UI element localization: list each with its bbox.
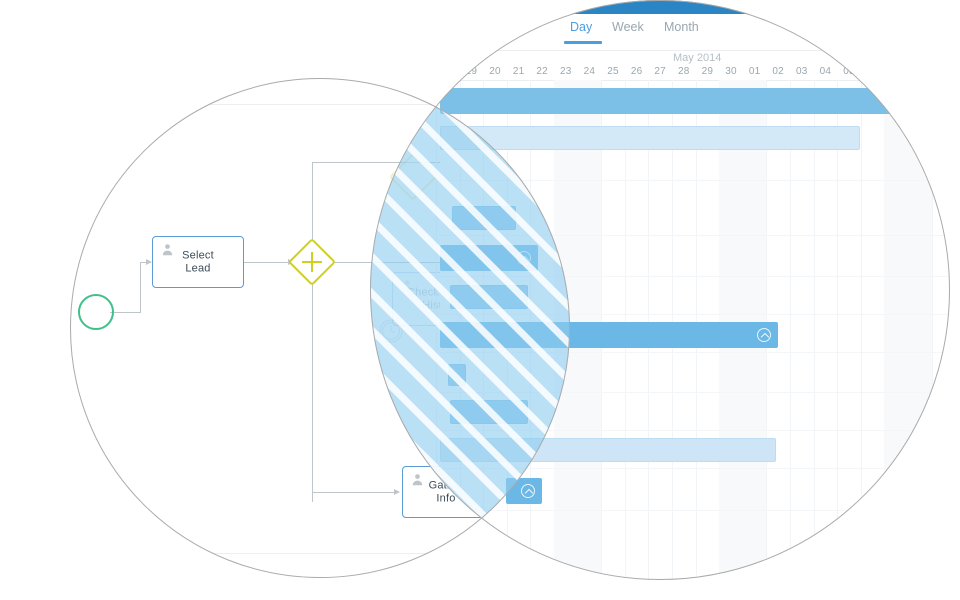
screenshot-stage: Check Credit History S: [0, 0, 960, 600]
bar-deep-b[interactable]: [440, 245, 538, 271]
gantt-panel: Day Week Month May 2014 18 19 20 21 22 23 24 25…: [436, 0, 950, 580]
day-tick-20: 20: [489, 66, 501, 77]
row-separator: [440, 314, 950, 315]
row-separator: [440, 180, 950, 181]
collapse-chevron-up-icon[interactable]: [521, 484, 535, 498]
bar-deep-wide-d[interactable]: [440, 322, 778, 348]
collapse-chevron-up-icon[interactable]: [517, 251, 531, 265]
tab-active-underline: [564, 41, 602, 44]
grid-line: [436, 80, 437, 580]
grid-line: [813, 80, 815, 580]
day-tick-21: 21: [512, 66, 525, 77]
day-tick-03: 03: [796, 66, 808, 77]
day-tick-07: 07: [890, 66, 902, 77]
day-tick-23: 23: [560, 66, 572, 77]
row-separator: [440, 468, 950, 469]
bar-pale-second[interactable]: [440, 126, 860, 150]
day-tick-18: 18: [442, 66, 454, 77]
row-separator: [440, 235, 950, 236]
row-separator: [440, 352, 950, 353]
day-tick-22: 22: [536, 66, 548, 77]
day-tick-04: 04: [819, 66, 832, 77]
row-separator: [440, 430, 950, 431]
day-tick-29: 29: [701, 66, 714, 77]
day-tick-09: 09: [937, 66, 950, 77]
grid-line: [860, 80, 862, 580]
bar-task-small-e[interactable]: [448, 364, 466, 386]
day-tick-24: 24: [583, 66, 596, 77]
tabs-divider: [440, 50, 950, 51]
bar-deep-h[interactable]: [506, 478, 542, 504]
tab-week[interactable]: Week: [610, 16, 646, 38]
gantt-view-tabs: Day Week Month: [440, 14, 950, 50]
bar-task-c[interactable]: [450, 285, 528, 309]
row-separator: [440, 510, 950, 511]
day-tick-02: 02: [772, 66, 784, 77]
grid-line: [837, 80, 839, 580]
bar-pale-wide-g[interactable]: [440, 438, 776, 462]
bar-summary-top[interactable]: [440, 88, 950, 114]
day-tick-01: 01: [748, 66, 761, 77]
day-tick-19: 19: [465, 66, 478, 77]
grid-line: [931, 80, 933, 580]
row-separator: [440, 392, 950, 393]
tab-month[interactable]: Month: [662, 16, 701, 38]
day-tick-30: 30: [725, 66, 737, 77]
day-tick-08: 08: [914, 66, 926, 77]
day-tick-28: 28: [678, 66, 690, 77]
row-separator: [440, 276, 950, 277]
ruler-divider: [440, 80, 950, 81]
day-tick-05: 05: [843, 66, 855, 77]
day-tick-26: 26: [630, 66, 643, 77]
gantt-chart-layer: Day Week Month May 2014 18 19 20 21 22 23 24 25…: [0, 0, 960, 600]
weekend-band: [884, 80, 932, 580]
day-tick-25: 25: [607, 66, 619, 77]
day-tick-06: 06: [866, 66, 879, 77]
day-tick-27: 27: [654, 66, 666, 77]
bar-task-a[interactable]: [452, 206, 516, 230]
gantt-month-label: May 2014: [673, 52, 722, 64]
gantt-header-bar: [440, 0, 950, 14]
grid-line: [790, 80, 791, 580]
tab-day[interactable]: Day: [568, 16, 594, 38]
collapse-chevron-up-icon[interactable]: [757, 328, 771, 342]
bar-task-f[interactable]: [450, 400, 528, 424]
